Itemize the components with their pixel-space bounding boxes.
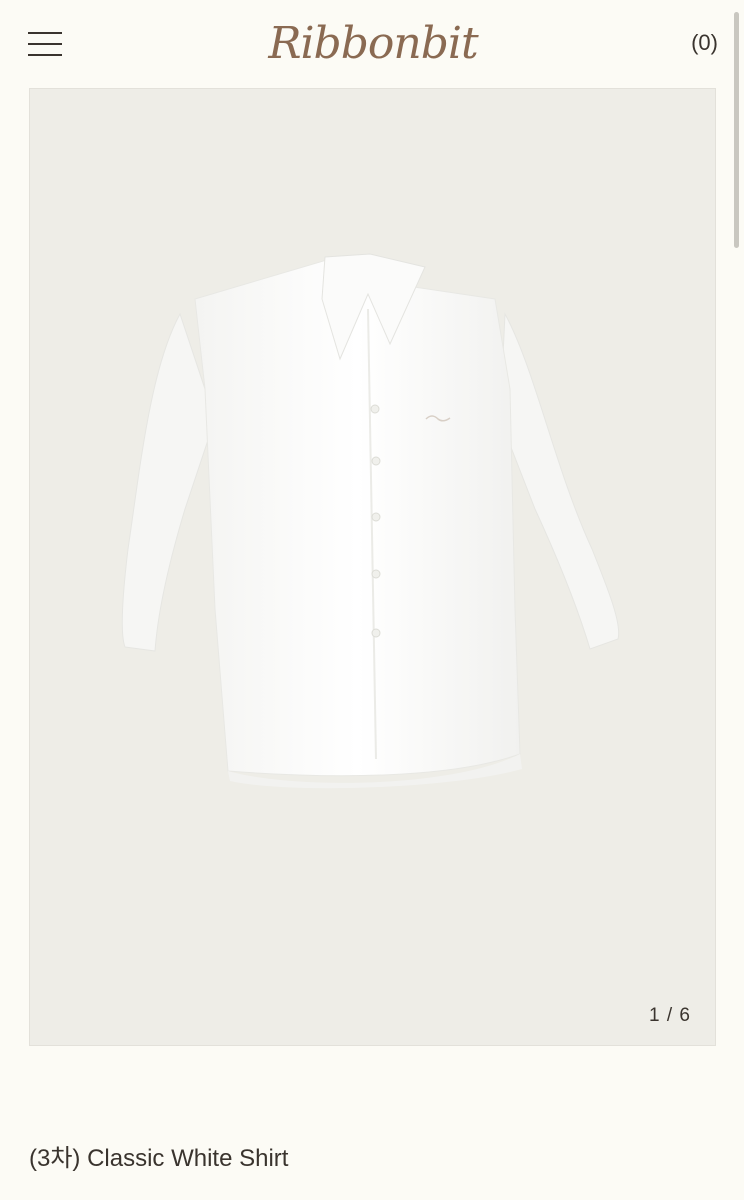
cart-button[interactable]: (0) [691,30,718,56]
brand-logo[interactable]: Ribbonbit [262,8,484,80]
menu-line [28,32,62,34]
product-image-gallery[interactable]: 1 / 6 [29,88,716,1046]
menu-line [28,43,62,45]
menu-line [28,54,62,56]
header: Ribbonbit (0) [0,0,744,88]
white-shirt-image [121,253,620,789]
image-counter: 1 / 6 [649,1005,691,1026]
hamburger-menu-icon[interactable] [28,30,64,60]
scrollbar[interactable] [734,12,739,248]
product-title: (3차) Classic White Shirt [29,1145,289,1172]
